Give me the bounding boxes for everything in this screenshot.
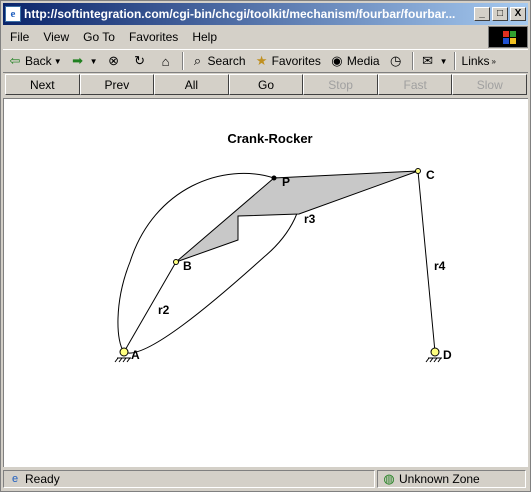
mail-button[interactable]: ✉ ▼ — [416, 50, 452, 72]
menu-bar: File View Go To Favorites Help — [3, 27, 487, 47]
ie-logo-icon: e — [5, 6, 21, 22]
label-a: A — [131, 348, 140, 362]
toolbar-separator — [453, 52, 456, 70]
search-icon: ⌕ — [193, 53, 202, 68]
home-button[interactable]: ⌂ — [154, 50, 180, 72]
joint-c — [415, 168, 421, 174]
ground-pivot-a — [114, 347, 131, 363]
label-r2: r2 — [158, 303, 170, 317]
stop-button[interactable]: ⊗ — [102, 50, 128, 72]
refresh-icon: ↻ — [134, 53, 145, 68]
page-content: Crank-Rocker P C B A D r2 r3 r4 — [3, 98, 528, 467]
back-label: Back — [25, 54, 52, 68]
joint-b — [173, 259, 179, 265]
status-bar: e Ready ◍ Unknown Zone — [3, 469, 528, 489]
chevron-down-icon[interactable]: ▼ — [90, 57, 98, 66]
links-label: Links — [461, 54, 490, 68]
history-button[interactable]: ◷ — [384, 50, 410, 72]
close-button[interactable]: X — [510, 7, 526, 21]
search-button[interactable]: ⌕ Search — [186, 50, 250, 72]
history-icon: ◷ — [389, 53, 402, 68]
back-arrow-icon: ⇦ — [9, 53, 21, 68]
label-d: D — [443, 348, 452, 362]
maximize-button[interactable]: □ — [492, 7, 508, 21]
all-button[interactable]: All — [154, 74, 229, 95]
animation-controls: Next Prev All Go Stop Fast Slow — [5, 74, 528, 96]
media-icon: ◉ — [331, 53, 343, 68]
zone-text: Unknown Zone — [399, 472, 480, 486]
chevron-right-icon: » — [491, 56, 496, 66]
links-button[interactable]: Links » — [458, 50, 500, 72]
chevron-down-icon[interactable]: ▼ — [54, 57, 62, 66]
menu-file[interactable]: File — [3, 30, 36, 44]
slow-button[interactable]: Slow — [452, 74, 528, 95]
label-r4: r4 — [434, 259, 446, 273]
rocker-link-r4 — [417, 170, 436, 353]
status-text: Ready — [25, 472, 60, 486]
go-button[interactable]: Go — [228, 74, 304, 95]
favorites-star-icon: ★ — [255, 53, 268, 68]
zone-pane: ◍ Unknown Zone — [377, 470, 526, 488]
page-icon: e — [11, 473, 19, 485]
favorites-label: Favorites — [271, 54, 321, 68]
forward-arrow-icon: ➡ — [72, 53, 84, 68]
globe-icon: ◍ — [383, 471, 395, 486]
next-button[interactable]: Next — [5, 74, 80, 95]
chevron-down-icon[interactable]: ▼ — [440, 57, 448, 66]
fourbar-diagram: Crank-Rocker P C B A D r2 r3 r4 — [114, 131, 452, 363]
diagram-title: Crank-Rocker — [227, 131, 312, 146]
ground-pivot-d — [425, 347, 442, 363]
toolbar-separator — [411, 52, 414, 70]
label-c: C — [426, 168, 435, 182]
window-title: http://softintegration.com/cgi-bin/chcgi… — [24, 7, 456, 21]
minimize-button[interactable]: _ — [474, 7, 490, 21]
title-bar[interactable]: e http://softintegration.com/cgi-bin/chc… — [3, 3, 528, 25]
stop-icon: ⊗ — [108, 53, 119, 68]
mail-icon: ✉ — [422, 53, 434, 68]
coupler-point-p — [271, 175, 277, 181]
menu-view[interactable]: View — [36, 30, 76, 44]
label-p: P — [282, 175, 290, 189]
fast-button[interactable]: Fast — [377, 74, 453, 95]
label-b: B — [183, 259, 192, 273]
menu-favorites[interactable]: Favorites — [122, 30, 185, 44]
search-label: Search — [207, 54, 246, 68]
windows-logo-icon — [488, 26, 528, 48]
back-button[interactable]: ⇦ Back ▼ — [3, 50, 66, 72]
prev-button[interactable]: Prev — [79, 74, 155, 95]
media-button[interactable]: ◉ Media — [325, 50, 384, 72]
toolbar-separator — [181, 52, 184, 70]
status-text-pane: e Ready — [3, 470, 375, 488]
stop-animation-button[interactable]: Stop — [303, 74, 378, 95]
forward-button[interactable]: ➡ ▼ — [66, 50, 102, 72]
menu-help[interactable]: Help — [185, 30, 224, 44]
menu-go-to[interactable]: Go To — [76, 30, 122, 44]
media-label: Media — [346, 54, 380, 68]
standard-toolbar: ⇦ Back ▼ ➡ ▼ ⊗ ↻ ⌂ ⌕ Search ★ Favorites … — [3, 49, 528, 73]
favorites-button[interactable]: ★ Favorites — [250, 50, 325, 72]
home-icon: ⌂ — [161, 53, 170, 69]
coupler-link — [175, 170, 419, 263]
browser-window: e http://softintegration.com/cgi-bin/chc… — [0, 0, 531, 492]
refresh-button[interactable]: ↻ — [128, 50, 154, 72]
label-r3: r3 — [304, 212, 316, 226]
